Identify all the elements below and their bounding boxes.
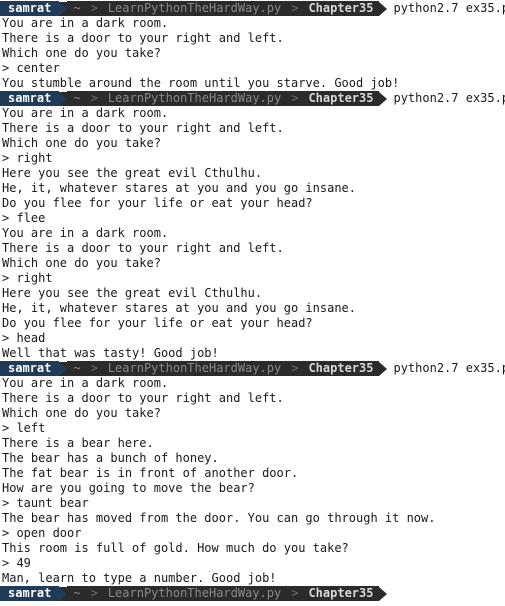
prompt-chapter-segment: Chapter35 — [302, 361, 380, 376]
path-separator-icon: > — [291, 1, 299, 15]
prompt-chapter: Chapter35 — [308, 361, 374, 375]
prompt-chapter: Chapter35 — [308, 586, 374, 600]
output-line: You stumble around the room until you st… — [2, 76, 400, 90]
output-line: The bear has a bunch of honey. — [2, 451, 219, 465]
output-line: The fat bear is in front of another door… — [2, 466, 299, 480]
prompt-home: ~ — [73, 91, 81, 105]
user-input-line: > taunt bear — [2, 496, 89, 510]
output-line: You are in a dark room. — [2, 106, 169, 120]
output-line: Do you flee for your life or eat your he… — [2, 316, 313, 330]
output-line: Here you see the great evil Cthulhu. — [2, 286, 263, 300]
prompt-path-segment: ~ > LearnPythonTheHardWay.py > — [67, 1, 303, 16]
output-line: Which one do you take? — [2, 46, 161, 60]
prompt-user-segment: samrat — [0, 361, 60, 376]
output-line: There is a door to your right and left. — [2, 121, 284, 135]
prompt-folder: LearnPythonTheHardWay.py — [107, 361, 282, 375]
output-line: There is a door to your right and left. — [2, 241, 284, 255]
prompt-folder: LearnPythonTheHardWay.py — [107, 91, 282, 105]
powerline-arrow-icon — [59, 586, 68, 601]
output-line: Which one do you take? — [2, 406, 161, 420]
prompt-chapter: Chapter35 — [308, 91, 374, 105]
output-line: Here you see the great evil Cthulhu. — [2, 166, 263, 180]
output-line: You are in a dark room. — [2, 376, 169, 390]
path-separator-icon: > — [291, 586, 299, 600]
output-line: You are in a dark room. — [2, 16, 169, 30]
powerline-arrow-icon — [59, 91, 68, 106]
user-input-line: > head — [2, 331, 46, 345]
output-line: Well that was tasty! Good job! — [2, 346, 219, 360]
output-line: Which one do you take? — [2, 136, 161, 150]
user-input-line: > center — [2, 61, 60, 75]
shell-prompt: samrat ~ > LearnPythonTheHardWay.py > Ch… — [0, 1, 505, 16]
shell-prompt[interactable]: samrat ~ > LearnPythonTheHardWay.py > Ch… — [0, 586, 505, 601]
prompt-user: samrat — [8, 361, 52, 375]
path-separator-icon: > — [90, 361, 98, 375]
prompt-user-segment: samrat — [0, 91, 60, 106]
user-input-line: > open door — [2, 526, 82, 540]
powerline-arrow-icon — [379, 91, 388, 106]
prompt-command: python2.7 ex35.py — [393, 361, 505, 375]
prompt-command: python2.7 ex35.py — [393, 1, 505, 15]
prompt-user: samrat — [8, 91, 52, 105]
prompt-path-segment: ~ > LearnPythonTheHardWay.py > — [67, 586, 303, 601]
user-input-line: > right — [2, 271, 53, 285]
path-separator-icon: > — [90, 91, 98, 105]
user-input-line: > flee — [2, 211, 46, 225]
output-line: He, it, whatever stares at you and you g… — [2, 301, 357, 315]
prompt-user-segment: samrat — [0, 1, 60, 16]
path-separator-icon: > — [90, 1, 98, 15]
output-line: There is a bear here. — [2, 436, 154, 450]
shell-prompt: samrat ~ > LearnPythonTheHardWay.py > Ch… — [0, 91, 505, 106]
shell-prompt: samrat ~ > LearnPythonTheHardWay.py > Ch… — [0, 361, 505, 376]
path-separator-icon: > — [291, 361, 299, 375]
path-separator-icon: > — [291, 91, 299, 105]
path-separator-icon: > — [90, 586, 98, 600]
user-input-line: > left — [2, 421, 46, 435]
prompt-folder: LearnPythonTheHardWay.py — [107, 586, 282, 600]
output-line: The bear has moved from the door. You ca… — [2, 511, 436, 525]
output-line: Which one do you take? — [2, 256, 161, 270]
prompt-home: ~ — [73, 586, 81, 600]
powerline-arrow-icon — [379, 586, 388, 601]
prompt-chapter-segment: Chapter35 — [302, 586, 380, 601]
output-line: Do you flee for your life or eat your he… — [2, 196, 313, 210]
user-input-line: > right — [2, 151, 53, 165]
prompt-user-segment: samrat — [0, 586, 60, 601]
prompt-chapter: Chapter35 — [308, 1, 374, 15]
output-line: This room is full of gold. How much do y… — [2, 541, 349, 555]
terminal-window[interactable]: samrat ~ > LearnPythonTheHardWay.py > Ch… — [0, 0, 505, 606]
prompt-user: samrat — [8, 586, 52, 600]
output-line: Man, learn to type a number. Good job! — [2, 571, 277, 585]
prompt-folder: LearnPythonTheHardWay.py — [107, 1, 282, 15]
terminal-output: You are in a dark room. There is a door t… — [0, 16, 505, 586]
prompt-user: samrat — [8, 1, 52, 15]
output-line: He, it, whatever stares at you and you g… — [2, 181, 357, 195]
output-line: There is a door to your right and left. — [2, 391, 284, 405]
prompt-home: ~ — [73, 1, 81, 15]
output-line: How are you going to move the bear? — [2, 481, 255, 495]
powerline-arrow-icon — [59, 361, 68, 376]
output-line: You are in a dark room. — [2, 226, 169, 240]
powerline-arrow-icon — [379, 361, 388, 376]
prompt-chapter-segment: Chapter35 — [302, 91, 380, 106]
prompt-chapter-segment: Chapter35 — [302, 1, 380, 16]
powerline-arrow-icon — [59, 1, 68, 16]
prompt-command: python2.7 ex35.py — [393, 91, 505, 105]
prompt-path-segment: ~ > LearnPythonTheHardWay.py > — [67, 361, 303, 376]
prompt-path-segment: ~ > LearnPythonTheHardWay.py > — [67, 91, 303, 106]
prompt-home: ~ — [73, 361, 81, 375]
user-input-line: > 49 — [2, 556, 31, 570]
output-line: There is a door to your right and left. — [2, 31, 284, 45]
powerline-arrow-icon — [379, 1, 388, 16]
